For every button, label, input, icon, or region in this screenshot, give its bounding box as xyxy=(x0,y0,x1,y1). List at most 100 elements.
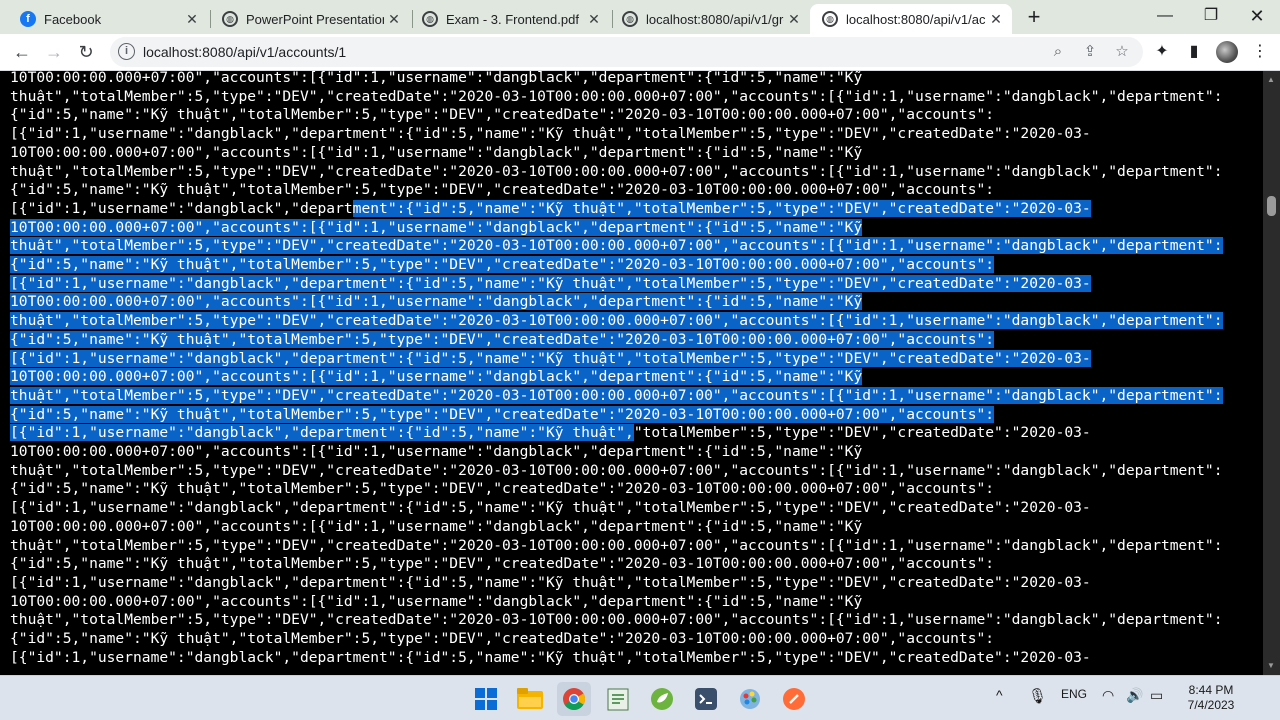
close-icon[interactable]: ✕ xyxy=(384,11,404,28)
reload-button[interactable]: ↻ xyxy=(72,38,100,66)
selected-text: thuật","totalMember":5,"type":"DEV","cre… xyxy=(10,312,1223,330)
site-info-icon[interactable]: i xyxy=(118,43,135,60)
paint-icon[interactable] xyxy=(733,682,767,716)
tab-title: localhost:8080/api/v1/gro xyxy=(646,11,784,27)
globe-icon: ◍ xyxy=(622,11,638,27)
json-text-line: {"id":5,"name":"Kỹ thuật","totalMember":… xyxy=(10,555,995,573)
json-text-line: thuật","totalMember":5,"type":"DEV","cre… xyxy=(10,386,1223,405)
bookmark-star-icon[interactable]: ☆ xyxy=(1111,41,1133,63)
selected-text: thuật","totalMember":5,"type":"DEV","cre… xyxy=(10,237,1223,255)
scrollbar-thumb[interactable] xyxy=(1267,196,1276,216)
clock-date: 7/4/2023 xyxy=(1187,698,1235,712)
side-panel-icon[interactable]: ▮ xyxy=(1182,40,1206,64)
tab-powerpoint[interactable]: ◍ PowerPoint Presentation ✕ xyxy=(210,4,410,34)
globe-icon: ◍ xyxy=(422,11,438,27)
selected-text: 10T00:00:00.000+07:00","accounts":[{"id"… xyxy=(10,218,863,236)
json-text-line: {"id":5,"name":"Kỹ thuật","totalMember":… xyxy=(10,106,995,124)
json-text-line: thuật","totalMember":5,"type":"DEV","cre… xyxy=(10,536,1223,554)
json-text-line: thuật","totalMember":5,"type":"DEV","cre… xyxy=(10,461,1223,479)
share-icon[interactable]: ⇪ xyxy=(1079,41,1101,63)
volume-icon[interactable]: 🔊 xyxy=(1126,687,1143,704)
url-text[interactable]: localhost:8080/api/v1/accounts/1 xyxy=(143,44,346,60)
selected-text: [{"id":1,"username":"dangblack","departm… xyxy=(10,424,634,442)
menu-kebab-icon[interactable]: ⋮ xyxy=(1248,40,1272,64)
close-icon[interactable]: ✕ xyxy=(986,11,1006,28)
selected-text: ment":{"id":5,"name":"Kỹ thuật","totalMe… xyxy=(352,199,1091,217)
close-window-button[interactable]: ✕ xyxy=(1234,0,1280,34)
facebook-icon: f xyxy=(20,11,36,27)
tab-title: Facebook xyxy=(44,11,102,27)
address-bar[interactable]: i localhost:8080/api/v1/accounts/1 ⌕ ⇪ ☆ xyxy=(110,37,1143,67)
json-text-line: 10T00:00:00.000+07:00","accounts":[{"id"… xyxy=(10,71,863,86)
spring-icon[interactable] xyxy=(645,682,679,716)
json-text-line: 10T00:00:00.000+07:00","accounts":[{"id"… xyxy=(10,517,863,535)
selected-text: 10T00:00:00.000+07:00","accounts":[{"id"… xyxy=(10,368,863,386)
selected-text: 10T00:00:00.000+07:00","accounts":[{"id"… xyxy=(10,293,863,311)
tab-facebook[interactable]: f Facebook ✕ xyxy=(8,4,208,34)
postman-icon[interactable] xyxy=(777,682,811,716)
json-text-line: [{"id":1,"username":"dangblack","departm… xyxy=(10,648,1091,666)
json-text-line: 10T00:00:00.000+07:00","accounts":[{"id"… xyxy=(10,218,863,237)
extensions-icon[interactable]: ✦ xyxy=(1150,40,1174,64)
json-text-line: {"id":5,"name":"Kỹ thuật","totalMember":… xyxy=(10,405,995,424)
microphone-icon[interactable]: 🎙 xyxy=(1028,687,1047,705)
vertical-scrollbar[interactable]: ▲ ▼ xyxy=(1263,71,1280,675)
close-icon[interactable]: ✕ xyxy=(182,11,202,28)
json-text-line: {"id":5,"name":"Kỹ thuật","totalMember":… xyxy=(10,330,995,349)
tab-api-accounts[interactable]: ◍ localhost:8080/api/v1/acc ✕ xyxy=(810,4,1012,34)
selected-text: {"id":5,"name":"Kỹ thuật","totalMember":… xyxy=(10,330,995,348)
json-text-line: [{"id":1,"username":"dangblack","departm… xyxy=(10,499,1091,517)
json-text-line: [{"id":1,"username":"dangblack","departm… xyxy=(10,199,1091,217)
json-text-line: thuật","totalMember":5,"type":"DEV","cre… xyxy=(10,611,1223,629)
language-indicator[interactable]: ENG xyxy=(1061,687,1087,701)
new-tab-button[interactable]: + xyxy=(1020,4,1048,32)
file-explorer-icon[interactable] xyxy=(513,682,547,716)
json-response-body[interactable]: 10T00:00:00.000+07:00","accounts":[{"id"… xyxy=(0,71,1263,675)
forward-button[interactable]: → xyxy=(40,38,68,66)
notepad-icon[interactable] xyxy=(601,682,635,716)
chrome-icon[interactable] xyxy=(557,682,591,716)
json-text-line: {"id":5,"name":"Kỹ thuật","totalMember":… xyxy=(10,480,995,498)
windows-start-icon[interactable] xyxy=(469,682,503,716)
vscode-icon[interactable] xyxy=(689,682,723,716)
json-text-line: [{"id":1,"username":"dangblack","departm… xyxy=(10,349,1091,368)
profile-avatar[interactable] xyxy=(1216,41,1238,63)
json-text-line: {"id":5,"name":"Kỹ thuật","totalMember":… xyxy=(10,630,995,647)
json-text-line: thuật","totalMember":5,"type":"DEV","cre… xyxy=(10,87,1223,105)
show-hidden-icons-chevron-icon[interactable]: ^ xyxy=(996,687,1003,703)
json-text-line: [{"id":1,"username":"dangblack","departm… xyxy=(10,424,1091,442)
globe-icon: ◍ xyxy=(222,11,238,27)
battery-icon[interactable]: ▭ xyxy=(1150,687,1163,704)
scroll-up-arrow-icon[interactable]: ▲ xyxy=(1267,75,1275,84)
json-text-line: thuật","totalMember":5,"type":"DEV","cre… xyxy=(10,236,1223,255)
json-text-line: thuật","totalMember":5,"type":"DEV","cre… xyxy=(10,311,1223,330)
json-text-line: thuật","totalMember":5,"type":"DEV","cre… xyxy=(10,162,1223,180)
json-text-line: 10T00:00:00.000+07:00","accounts":[{"id"… xyxy=(10,443,863,460)
restore-button[interactable]: ❐ xyxy=(1188,0,1234,34)
clock-time: 8:44 PM xyxy=(1188,683,1234,697)
selected-text: thuật","totalMember":5,"type":"DEV","cre… xyxy=(10,386,1223,404)
json-text-line: [{"id":1,"username":"dangblack","departm… xyxy=(10,573,1091,591)
close-icon[interactable]: ✕ xyxy=(584,11,604,28)
json-text-line: [{"id":1,"username":"dangblack","departm… xyxy=(10,274,1091,293)
minimize-button[interactable]: — xyxy=(1142,0,1188,34)
browser-toolbar: ← → ↻ i localhost:8080/api/v1/accounts/1… xyxy=(0,34,1280,71)
selected-text: [{"id":1,"username":"dangblack","departm… xyxy=(10,274,1091,292)
close-icon[interactable]: ✕ xyxy=(784,11,804,28)
selected-text: {"id":5,"name":"Kỹ thuật","totalMember":… xyxy=(10,256,995,273)
json-text-line: {"id":5,"name":"Kỹ thuật","totalMember":… xyxy=(10,255,995,274)
tab-strip: f Facebook ✕ ◍ PowerPoint Presentation ✕… xyxy=(0,0,1280,34)
tab-exam-pdf[interactable]: ◍ Exam - 3. Frontend.pdf ✕ xyxy=(410,4,610,34)
system-clock[interactable]: 8:44 PM 7/4/2023 xyxy=(1178,683,1244,713)
json-text-line: 10T00:00:00.000+07:00","accounts":[{"id"… xyxy=(10,592,863,610)
json-text-line: 10T00:00:00.000+07:00","accounts":[{"id"… xyxy=(10,143,863,161)
back-button[interactable]: ← xyxy=(8,38,36,66)
scroll-down-arrow-icon[interactable]: ▼ xyxy=(1267,661,1275,670)
wifi-icon[interactable]: ◠ xyxy=(1102,687,1114,704)
selected-text: {"id":5,"name":"Kỹ thuật","totalMember":… xyxy=(10,405,995,423)
tab-api-groups[interactable]: ◍ localhost:8080/api/v1/gro ✕ xyxy=(610,4,810,34)
tab-title: Exam - 3. Frontend.pdf xyxy=(446,11,579,27)
zoom-icon[interactable]: ⌕ xyxy=(1047,41,1069,63)
globe-icon: ◍ xyxy=(822,11,838,27)
json-text-line: 10T00:00:00.000+07:00","accounts":[{"id"… xyxy=(10,367,863,386)
